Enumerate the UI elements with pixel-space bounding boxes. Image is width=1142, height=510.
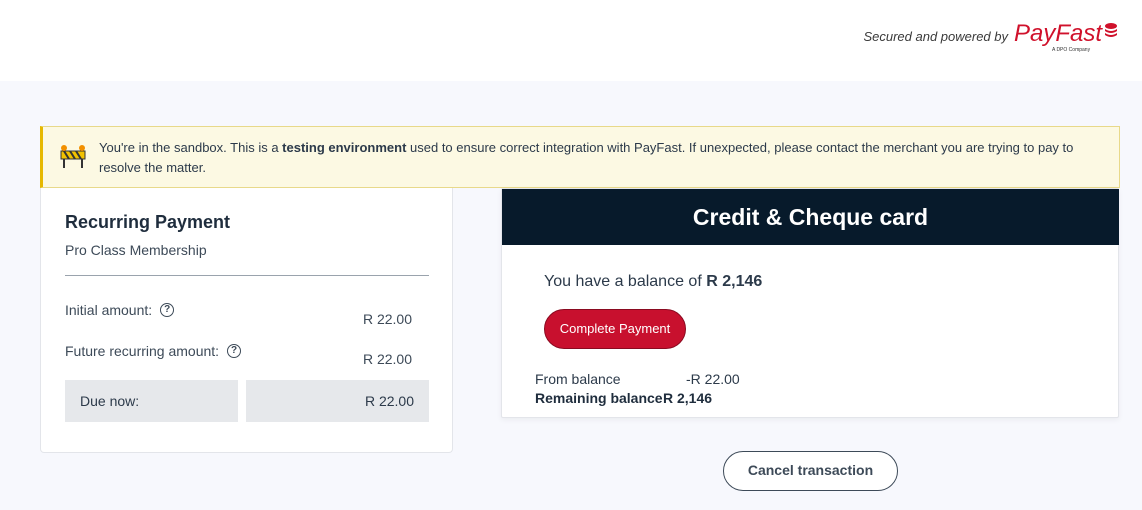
barrier-icon (60, 145, 86, 168)
payment-method-header: Credit & Cheque card (502, 189, 1119, 245)
sandbox-notice: You're in the sandbox. This is a testing… (40, 126, 1120, 188)
logo-wordmark: PayFast (1014, 20, 1103, 47)
complete-payment-button[interactable]: Complete Payment (544, 309, 686, 349)
sandbox-message: You're in the sandbox. This is a testing… (99, 138, 1114, 178)
balance-prefix: You have a balance of (544, 273, 707, 290)
question-circle-icon[interactable]: ? (227, 344, 242, 358)
summary-subtitle: Pro Class Membership (65, 242, 207, 258)
balance-text: You have a balance of R 2,146 (544, 273, 762, 291)
balance-amount: R 2,146 (706, 273, 763, 290)
due-now-label: Due now: (65, 380, 238, 422)
from-balance-label: From balance (535, 371, 621, 387)
due-now-value: R 22.00 (246, 380, 429, 422)
question-circle-icon[interactable]: ? (160, 303, 175, 317)
remaining-balance-label: Remaining balance (535, 390, 663, 406)
sandbox-text-pre: You're in the sandbox. This is a (99, 140, 283, 155)
payfast-logo: PayFast A DPO Company (1014, 20, 1120, 56)
from-balance-value: -R 22.00 (686, 371, 740, 387)
remaining-balance-value: R 2,146 (663, 390, 713, 406)
top-bar: Secured and powered by PayFast A DPO Com… (0, 0, 1142, 81)
initial-amount-label: Initial amount: (65, 302, 153, 318)
secured-by-text: Secured and powered by (863, 29, 1008, 44)
initial-amount-value: R 22.00 (362, 311, 412, 327)
future-amount-value: R 22.00 (362, 351, 412, 367)
cancel-transaction-button[interactable]: Cancel transaction (723, 451, 898, 491)
future-amount-label: Future recurring amount: (65, 343, 220, 359)
future-amount-row: Future recurring amount: ? (65, 343, 242, 359)
sandbox-text-bold: testing environment (282, 140, 407, 155)
payment-summary-card: Recurring Payment Pro Class Membership I… (40, 188, 453, 453)
logo-subtext: A DPO Company (1052, 47, 1091, 53)
divider (65, 275, 429, 276)
coins-icon (1105, 23, 1117, 37)
initial-amount-row: Initial amount: ? (65, 302, 175, 318)
payment-method-card: Credit & Cheque card You have a balance … (501, 188, 1119, 418)
summary-title: Recurring Payment (65, 212, 231, 232)
